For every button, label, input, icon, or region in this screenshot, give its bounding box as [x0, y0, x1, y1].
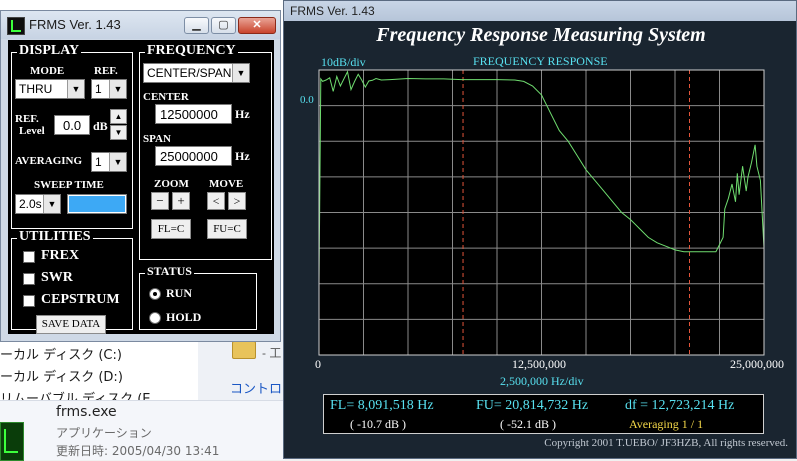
ref-select[interactable]: 1 ▼ — [91, 79, 127, 99]
averaging-select[interactable]: 1 ▼ — [91, 152, 127, 172]
move-right-button[interactable]: > — [228, 192, 246, 210]
ref-level-down-button[interactable]: ▼ — [110, 125, 127, 140]
mode-label: MODE — [30, 65, 65, 77]
utilities-group-title: UTILITIES — [17, 229, 93, 245]
x-tick-label: 0 — [315, 357, 321, 371]
x-axis-scale-label: 2,500,000 Hz/div — [500, 374, 584, 388]
hold-label: HOLD — [166, 310, 202, 324]
frex-label: FREX — [41, 248, 80, 263]
x-tick-label: 12,500,000 — [512, 357, 566, 371]
ref-label: REF. — [94, 65, 118, 77]
chevron-down-icon[interactable]: ▼ — [109, 80, 126, 98]
frequency-group: FREQUENCY CENTER/SPAN ▼ CENTER 12500000 … — [139, 43, 272, 260]
minimize-button[interactable]: ▁ — [184, 17, 209, 34]
chevron-down-icon[interactable]: ▼ — [43, 195, 60, 213]
sweep-progress-bar — [67, 194, 127, 214]
file-name: frms.exe — [56, 404, 117, 420]
span-label: SPAN — [143, 133, 171, 145]
sweep-time-select[interactable]: 2.0s ▼ — [15, 194, 61, 214]
folder-label: - 工 — [262, 346, 282, 360]
fl-equals-center-button[interactable]: FL=C — [151, 219, 191, 239]
move-left-button[interactable]: < — [207, 192, 225, 210]
ref-level-up-button[interactable]: ▲ — [110, 109, 127, 124]
zoom-out-button[interactable]: − — [151, 192, 169, 210]
control-window: FRMS Ver. 1.43 ▁ ▢ ✕ DISPLAY MODE REF. T… — [0, 10, 281, 342]
main-window-body: Frequency Response Measuring System 10dB… — [290, 21, 792, 454]
df-readout: df = 12,723,214 Hz — [625, 398, 735, 413]
ref-select-value: 1 — [95, 82, 102, 96]
drive-d-item[interactable]: ーカル ディスク (D:) — [0, 366, 150, 386]
sweep-time-label: SWEEP TIME — [34, 179, 104, 191]
hold-radio[interactable] — [149, 312, 161, 324]
x-tick-label: 25,000,000 — [730, 357, 784, 371]
display-group-title: DISPLAY — [17, 43, 82, 59]
file-type: アプリケーション — [56, 426, 152, 440]
center-unit: Hz — [235, 107, 250, 121]
frequency-mode-value: CENTER/SPAN — [147, 66, 232, 80]
ref-level-unit: dB — [93, 119, 108, 133]
averaging-select-value: 1 — [95, 155, 102, 169]
y-axis-scale-label: 10dB/div — [321, 55, 366, 69]
folder-icon[interactable] — [232, 341, 256, 359]
drive-c-item[interactable]: ーカル ディスク (C:) — [0, 344, 150, 364]
control-window-title: FRMS Ver. 1.43 — [29, 17, 121, 32]
fu-readout: FU= 20,814,732 Hz — [476, 398, 589, 413]
run-radio[interactable] — [149, 288, 161, 300]
display-group: DISPLAY MODE REF. THRU ▼ 1 ▼ REF. Level … — [11, 43, 133, 229]
maximize-button[interactable]: ▢ — [211, 17, 236, 34]
frequency-group-title: FREQUENCY — [145, 43, 238, 59]
swr-checkbox[interactable] — [23, 273, 35, 285]
move-label: MOVE — [209, 178, 244, 190]
center-label: CENTER — [143, 91, 189, 103]
run-label: RUN — [166, 286, 192, 300]
main-window: FRMS Ver. 1.43 Frequency Response Measur… — [283, 0, 797, 459]
chevron-down-icon[interactable]: ▼ — [109, 153, 126, 171]
averaging-label: AVERAGING — [15, 155, 83, 167]
ref-level-field[interactable]: 0.0 — [54, 115, 90, 135]
status-group: STATUS RUN HOLD — [139, 264, 257, 330]
copyright-text: Copyright 2001 T.UEBO/ JF3HZB, All right… — [544, 437, 788, 449]
mode-select[interactable]: THRU ▼ — [15, 79, 85, 99]
reference-level-label: 0.0 — [300, 94, 314, 106]
ref-level-label-2: Level — [19, 125, 45, 137]
utilities-group: UTILITIES FREX SWR CEPSTRUM SAVE DATA — [11, 229, 133, 334]
averaging-readout: Averaging 1 / 1 — [629, 417, 704, 431]
mode-select-value: THRU — [19, 82, 53, 96]
close-button[interactable]: ✕ — [238, 17, 276, 34]
zoom-in-button[interactable]: + — [172, 192, 190, 210]
frms-logo-icon — [7, 17, 25, 35]
fl-db-readout: ( -10.7 dB ) — [350, 417, 406, 431]
center-frequency-field[interactable]: 12500000 — [155, 104, 232, 124]
status-group-title: STATUS — [145, 264, 194, 279]
chart-title: FREQUENCY RESPONSE — [473, 54, 608, 68]
zoom-label: ZOOM — [154, 178, 189, 190]
control-panel-body: DISPLAY MODE REF. THRU ▼ 1 ▼ REF. Level … — [8, 40, 274, 334]
frms-app-icon — [0, 422, 24, 461]
sweep-time-value: 2.0s — [19, 197, 42, 211]
save-data-button[interactable]: SAVE DATA — [36, 315, 106, 334]
fl-readout: FL= 8,091,518 Hz — [330, 398, 434, 413]
frequency-response-chart — [318, 69, 765, 356]
fu-equals-center-button[interactable]: FU=C — [207, 219, 247, 239]
main-window-title: FRMS Ver. 1.43 — [290, 4, 375, 18]
frequency-mode-select[interactable]: CENTER/SPAN ▼ — [143, 63, 250, 83]
file-date: 更新日時: 2005/04/30 13:41 — [56, 444, 220, 458]
chevron-down-icon[interactable]: ▼ — [67, 80, 84, 98]
sweep-progress-fill — [69, 196, 125, 212]
swr-label: SWR — [41, 270, 73, 285]
ref-level-label: REF. — [15, 113, 39, 125]
cepstrum-checkbox[interactable] — [23, 295, 35, 307]
span-unit: Hz — [235, 149, 250, 163]
main-title-bar[interactable]: FRMS Ver. 1.43 — [284, 1, 796, 21]
fu-db-readout: ( -52.1 dB ) — [500, 417, 556, 431]
chevron-down-icon[interactable]: ▼ — [232, 64, 249, 82]
cepstrum-label: CEPSTRUM — [41, 292, 120, 307]
span-field[interactable]: 25000000 — [155, 146, 232, 166]
frex-checkbox[interactable] — [23, 251, 35, 263]
measurement-results: FL= 8,091,518 Hz ( -10.7 dB ) FU= 20,814… — [323, 394, 764, 434]
control-title-bar[interactable]: FRMS Ver. 1.43 ▁ ▢ ✕ — [1, 11, 280, 39]
